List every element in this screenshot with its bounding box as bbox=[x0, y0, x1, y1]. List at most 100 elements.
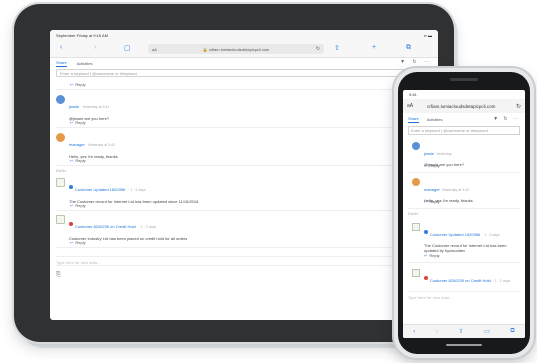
card-meta: · 1 · 2 days bbox=[138, 225, 157, 229]
reply-icon: ↩ bbox=[70, 240, 74, 245]
reply-label: Reply bbox=[429, 199, 440, 204]
phone-device: 9:41 aA crfiam.lumiacloudsdetapicpcli.co… bbox=[394, 68, 534, 358]
reply-label: Reply bbox=[75, 82, 86, 87]
phone-speaker bbox=[450, 78, 478, 81]
reply-label: Reply bbox=[75, 203, 86, 208]
phone-screen: 9:41 aA crfiam.lumiacloudsdetapicpcli.co… bbox=[403, 90, 525, 338]
tabs-overview-icon[interactable]: ⧉ bbox=[406, 44, 411, 52]
card-meta: · 1 · 2 days bbox=[482, 233, 500, 237]
back-icon[interactable]: ‹ bbox=[60, 44, 62, 51]
post-author[interactable]: jessie bbox=[424, 151, 434, 156]
browser-toolbar: ‹ › ▢ aA 🔒 crfiam.lumiacloudsdetapicpcli… bbox=[50, 40, 438, 58]
notification-card: Customer 8200239 on Credit Hold · 1 · 2 d… bbox=[408, 263, 520, 283]
tab-share[interactable]: Share bbox=[408, 116, 419, 123]
post-item: jessie Yesterday at 3:41 @jessie are you … bbox=[56, 90, 432, 121]
comment-input[interactable]: Type here for new data... bbox=[56, 256, 432, 266]
avatar bbox=[412, 142, 420, 150]
address-url: crfiam.lumiacloudsdetapicpcli.com bbox=[208, 46, 270, 52]
post-item: manager Yesterday at 3:42 Hello, yes I'm … bbox=[408, 173, 520, 203]
reply-icon: ↩ bbox=[424, 199, 428, 204]
reply-label: Reply bbox=[75, 240, 86, 245]
sidebar-icon[interactable]: ▢ bbox=[124, 44, 131, 52]
card-meta: · 1 · 2 days bbox=[492, 279, 511, 283]
filter-refresh-more-icons[interactable]: ▼ ↻ ⋯ bbox=[493, 116, 520, 122]
status-dot bbox=[69, 221, 73, 226]
stream-tabs: Share Activities ▼ ↻ ⋯ bbox=[50, 58, 438, 68]
document-icon bbox=[412, 269, 420, 277]
post-time: Yesterday at 3:42 bbox=[87, 143, 115, 147]
compose-input[interactable]: Enter a keyword | @username or #keyword bbox=[56, 69, 432, 77]
card-title[interactable]: Customer Updated 1820356 bbox=[430, 232, 480, 237]
reply-icon: ↩ bbox=[70, 203, 74, 208]
reply-icon: ↩ bbox=[424, 253, 428, 258]
notification-card: Customer Updated 1820356 · 1 · 2 days The… bbox=[408, 217, 520, 253]
status-indicators: ▪▪ ▬ bbox=[424, 32, 432, 38]
document-icon bbox=[412, 223, 420, 231]
post-author[interactable]: manager bbox=[69, 142, 85, 147]
home-indicator bbox=[446, 344, 482, 346]
activity-feed: ↩ Reply jessie Yesterday at 3:41 @jessie a… bbox=[50, 80, 438, 248]
reply-link[interactable]: ↩ Reply bbox=[56, 80, 432, 90]
tab-activities[interactable]: Activities bbox=[77, 61, 93, 66]
post-time: Yesterday at 3:41 bbox=[82, 105, 110, 109]
reply-label: Reply bbox=[429, 163, 440, 168]
bookmarks-icon[interactable]: ▭ bbox=[484, 328, 490, 335]
avatar bbox=[56, 133, 65, 142]
reply-label: Reply bbox=[429, 253, 440, 258]
reply-label: Reply bbox=[75, 158, 86, 163]
card-body: The Customer record for Internet Ltd has… bbox=[424, 243, 507, 253]
reader-aa-button[interactable]: aA bbox=[152, 47, 157, 52]
post-time: Yesterday bbox=[436, 152, 452, 156]
status-time: September Friday at 9:16 AM bbox=[56, 32, 109, 38]
card-title[interactable]: Customer 8200239 on Credit Hold bbox=[75, 224, 136, 229]
reload-icon[interactable]: ↻ bbox=[516, 103, 521, 110]
comment-input[interactable]: Type here for new data... bbox=[408, 291, 520, 301]
status-dot bbox=[424, 229, 428, 234]
tabs-overview-icon[interactable]: ⧉ bbox=[510, 328, 514, 335]
avatar bbox=[56, 95, 65, 104]
avatar bbox=[412, 178, 420, 186]
phone-bottom-toolbar: ‹ › ⇧ ▭ ⧉ bbox=[403, 324, 525, 338]
forward-icon[interactable]: › bbox=[94, 44, 96, 51]
post-time: Yesterday at 3:42 bbox=[441, 188, 469, 192]
feed-divider: Earlier bbox=[408, 212, 419, 216]
phone-address-bar[interactable]: aA crfiam.lumiacloudsdetapicpcli.com ↻ bbox=[403, 99, 525, 113]
tab-share[interactable]: Share bbox=[56, 60, 67, 67]
new-tab-icon[interactable]: + bbox=[372, 44, 376, 51]
filter-refresh-more-icons[interactable]: ▼ ↻ ⋯ bbox=[400, 59, 432, 65]
attach-icon[interactable]: ⎘ bbox=[56, 272, 432, 279]
tablet-device: September Friday at 9:16 AM ▪▪ ▬ ‹ › ▢ a… bbox=[14, 4, 454, 342]
forward-icon[interactable]: › bbox=[436, 329, 438, 335]
share-icon[interactable]: ⇧ bbox=[334, 44, 340, 52]
notification-card: Customer Updated 1820356 · 1 · 2 days The… bbox=[56, 174, 432, 204]
card-title[interactable]: Customer 8200239 on Credit Hold bbox=[430, 278, 491, 283]
post-item: jessie Yesterday @jessie are you here? bbox=[408, 137, 520, 167]
phone-bezel: 9:41 aA crfiam.lumiacloudsdetapicpcli.co… bbox=[398, 72, 530, 354]
feed-divider: Earlier bbox=[56, 169, 67, 173]
notification-card: Customer 8200239 on Credit Hold · 1 · 2 d… bbox=[56, 211, 432, 241]
post-author[interactable]: manager bbox=[424, 187, 440, 192]
reader-aa-button[interactable]: aA bbox=[407, 103, 413, 109]
post-author[interactable]: jessie bbox=[69, 104, 79, 109]
card-meta: · 1 · 2 days bbox=[128, 188, 146, 192]
document-icon bbox=[56, 215, 65, 224]
address-bar[interactable]: aA 🔒 crfiam.lumiacloudsdetapicpcli.com ↻ bbox=[148, 44, 324, 54]
card-body: Customer Industry Ltd has been placed on… bbox=[69, 236, 188, 241]
post-item: manager Yesterday at 3:42 Hello, yes I'm … bbox=[56, 128, 432, 159]
reply-icon: ↩ bbox=[70, 158, 74, 163]
card-title[interactable]: Customer Updated 1820356 bbox=[75, 187, 125, 192]
share-icon[interactable]: ⇧ bbox=[458, 328, 463, 335]
tablet-status-bar: September Friday at 9:16 AM ▪▪ ▬ bbox=[50, 30, 438, 40]
status-dot bbox=[69, 184, 73, 189]
card-body: The Customer record for Internet Ltd has… bbox=[69, 199, 199, 204]
activity-feed: jessie Yesterday @jessie are you here? ↩ R… bbox=[403, 137, 525, 283]
back-icon[interactable]: ‹ bbox=[413, 329, 415, 335]
compose-input[interactable]: Enter a keyword | @username or #keyword bbox=[408, 126, 520, 135]
reload-icon[interactable]: ↻ bbox=[316, 46, 320, 52]
reply-label: Reply bbox=[75, 120, 86, 125]
stream-tabs: Share Activities ▼ ↻ ⋯ bbox=[403, 113, 525, 125]
reply-icon: ↩ bbox=[70, 82, 74, 87]
reply-link[interactable]: ↩ Reply bbox=[56, 118, 432, 128]
tablet-screen: September Friday at 9:16 AM ▪▪ ▬ ‹ › ▢ a… bbox=[50, 30, 438, 320]
tab-activities[interactable]: Activities bbox=[427, 117, 443, 122]
